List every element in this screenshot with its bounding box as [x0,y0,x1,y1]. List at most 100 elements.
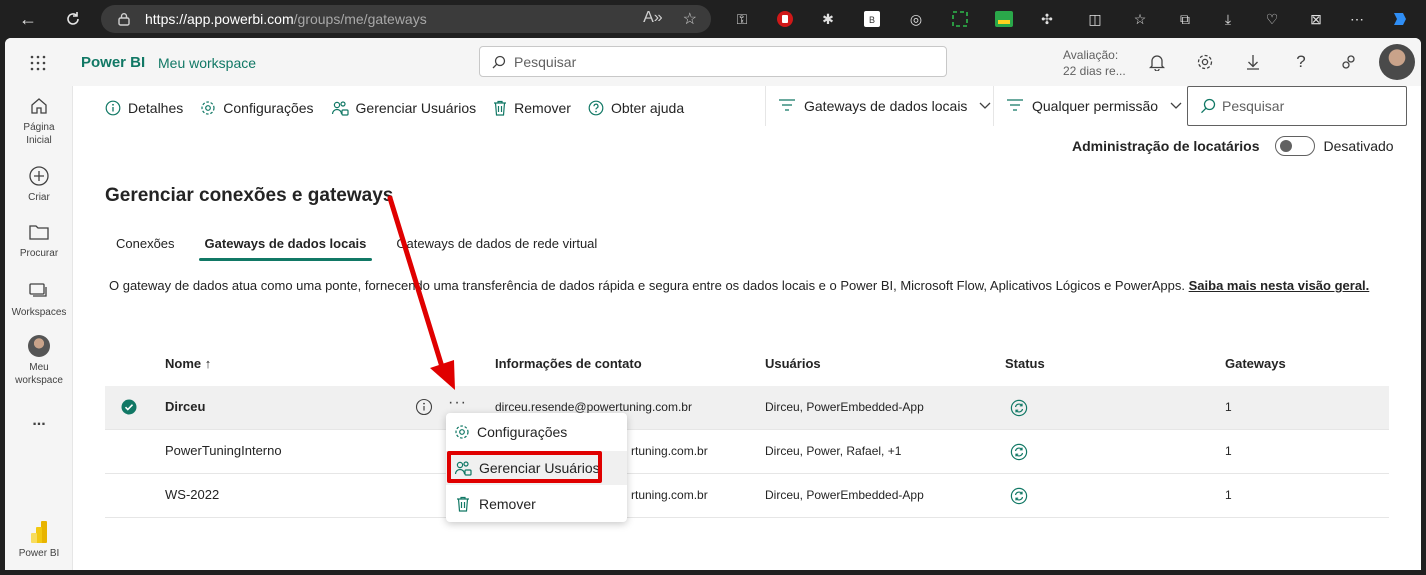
column-header-users[interactable]: Usuários [765,356,821,371]
add-circle-icon [27,164,51,188]
tab-on-premises-gateways[interactable]: Gateways de dados locais [194,234,378,261]
copilot-icon[interactable] [1390,9,1410,29]
svg-text:B: B [869,15,875,25]
gateway-name: WS-2022 [165,487,220,502]
user-avatar[interactable] [1379,44,1415,80]
trash-icon [457,496,469,512]
info-icon [105,100,121,116]
b-extension-icon[interactable]: B [862,9,882,29]
workspaces-icon [27,279,51,303]
gateway-search-input[interactable] [1222,98,1402,114]
details-button[interactable]: Detalhes [105,100,183,116]
help-question-icon[interactable]: ? [1289,50,1313,74]
menu-item-remove[interactable]: Remover [446,487,627,521]
bug-extension-icon[interactable]: ✱ [818,9,838,29]
more-options-icon[interactable]: ··· [448,394,467,412]
gateway-description: O gateway de dados atua como uma ponte, … [109,278,1370,293]
status-sync-icon [1010,443,1028,461]
nav-create[interactable]: Criar [5,164,73,204]
nav-more[interactable]: ... [5,413,73,429]
filter-icon [1007,99,1023,111]
screenshot-icon[interactable]: ⊠ [1306,9,1326,29]
column-header-contact[interactable]: Informações de contato [495,356,642,371]
search-icon [1201,98,1216,114]
tenant-admin-toggle[interactable] [1274,136,1315,156]
key-extension-icon[interactable]: ⚿ [732,9,752,29]
favorite-star-icon[interactable]: ☆ [683,9,697,29]
tenant-admin-label: Administração de locatários [1072,138,1260,154]
action-bar: Detalhes Configurações Gerenciar Usuário… [105,98,701,118]
tenant-admin-state: Desativado [1323,138,1394,154]
column-header-name[interactable]: Nome ↑ [165,356,211,371]
row-context-menu: Configurações Gerenciar Usuários Remover [446,413,627,522]
glasses-extension-icon[interactable]: ◎ [906,9,926,29]
extensions-puzzle-icon[interactable]: ✣ [1037,9,1057,29]
global-search[interactable] [479,46,947,77]
tab-connections[interactable]: Conexões [105,234,186,261]
window-frame-bottom [0,570,1426,575]
gateway-name: Dirceu [165,399,206,414]
permission-filter[interactable]: Qualquer permissão [993,86,1187,126]
back-icon[interactable]: ← [16,7,40,31]
get-help-button[interactable]: Obter ajuda [588,100,684,116]
app-launcher-icon[interactable] [29,54,47,72]
top-bar: Power BI Meu workspace Avaliação: 22 dia… [5,38,1421,86]
gateway-search[interactable] [1187,86,1407,126]
people-lock-icon [331,101,349,116]
color-extension-icon[interactable] [994,9,1014,29]
table-row[interactable]: PowerTuningInterno rtuning.com.br Dirceu… [105,430,1389,474]
home-icon [27,94,51,118]
trial-status[interactable]: Avaliação: 22 dias re... [1063,47,1126,79]
global-search-input[interactable] [514,53,914,70]
settings-button[interactable]: Configurações [200,100,314,116]
health-icon[interactable]: ♡ [1262,9,1282,29]
search-icon [492,55,506,68]
refresh-icon[interactable] [61,7,85,31]
status-sync-icon [1010,399,1028,417]
url-text: https://app.powerbi.com/groups/me/gatewa… [145,11,427,27]
manage-users-button[interactable]: Gerenciar Usuários [331,100,476,116]
tenant-admin: Administração de locatários Desativado [1072,136,1394,156]
nav-powerbi-logo[interactable]: Power BI [5,520,73,560]
tab-vnet-gateways[interactable]: Gateways de dados de rede virtual [385,234,608,261]
more-browser-icon[interactable]: ⋯ [1347,9,1367,29]
left-navigation: Página Inicial Criar Procurar Workspaces … [5,86,73,570]
nav-browse[interactable]: Procurar [5,220,73,260]
nav-workspaces[interactable]: Workspaces [5,279,73,319]
workspace-breadcrumb[interactable]: Meu workspace [158,55,256,71]
menu-item-manage-users[interactable]: Gerenciar Usuários [446,451,627,485]
nav-my-workspace[interactable]: Meu workspace [5,335,73,387]
table-row[interactable]: WS-2022 rtuning.com.br Dirceu, PowerEmbe… [105,474,1389,518]
info-icon[interactable] [415,398,433,416]
download-icon[interactable] [1241,50,1265,74]
menu-item-settings[interactable]: Configurações [446,415,627,449]
people-lock-icon [454,461,472,476]
gateway-users: Dirceu, Power, Rafael, +1 [765,444,902,458]
split-screen-icon[interactable]: ◫ [1085,9,1105,29]
capture-extension-icon[interactable] [950,9,970,29]
table-row[interactable]: Dirceu ··· dirceu.resende@powertuning.co… [105,386,1389,430]
settings-gear-icon[interactable] [1193,50,1217,74]
column-header-status[interactable]: Status [1005,356,1045,371]
gateway-contact: rtuning.com.br [631,444,708,458]
learn-more-link[interactable]: Saiba mais nesta visão geral. [1189,278,1370,293]
column-header-gateways[interactable]: Gateways [1225,356,1286,371]
collections-icon[interactable]: ⧉ [1175,9,1195,29]
gateway-count: 1 [1225,488,1232,502]
gateway-type-filter[interactable]: Gateways de dados locais [765,86,993,126]
browser-toolbar: ← https://app.powerbi.com/groups/me/gate… [0,0,1426,38]
read-aloud-icon[interactable]: A» [643,9,663,29]
selected-check-icon[interactable] [121,399,137,415]
address-bar[interactable]: https://app.powerbi.com/groups/me/gatewa… [101,5,711,33]
brand-title[interactable]: Power BI [81,54,145,71]
notifications-bell-icon[interactable] [1145,50,1169,74]
filter-icon [779,99,795,111]
folder-icon [27,220,51,244]
feedback-icon[interactable] [1337,50,1361,74]
downloads-icon[interactable]: ⤓ [1218,9,1238,29]
stop-extension-icon[interactable] [775,9,795,29]
favorites-icon[interactable]: ☆ [1130,9,1150,29]
remove-button[interactable]: Remover [493,100,571,116]
chevron-down-icon [979,102,991,109]
nav-home[interactable]: Página Inicial [5,94,73,147]
